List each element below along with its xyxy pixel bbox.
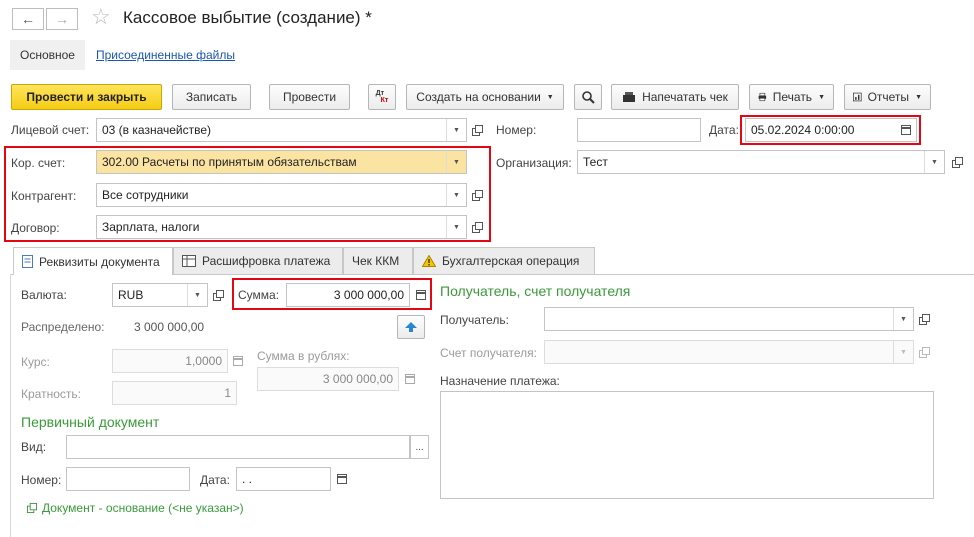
rub-amount-field[interactable]: 3 000 000,00 (257, 367, 399, 391)
calculator-icon[interactable] (228, 349, 248, 373)
tab-payment-breakdown[interactable]: Расшифровка платежа (173, 247, 343, 274)
recipient-section-title: Получатель, счет получателя (440, 283, 631, 299)
recipient-label: Получатель: (440, 313, 509, 327)
organization-field[interactable]: Тест ▼ (577, 150, 945, 174)
back-button[interactable]: ← (12, 8, 44, 30)
number-label: Номер: (496, 123, 537, 137)
primary-date-field[interactable]: . . (236, 467, 331, 491)
tab-attached-files[interactable]: Присоединенные файлы (86, 40, 245, 70)
chevron-down-icon: ▼ (546, 93, 554, 101)
chevron-down-icon[interactable]: ▼ (893, 308, 913, 330)
dt-kt-icon: Дт Кт (375, 90, 389, 104)
currency-field[interactable]: RUB ▼ (112, 283, 208, 307)
printer-icon (758, 92, 767, 102)
open-icon[interactable] (208, 283, 228, 307)
open-icon[interactable] (914, 307, 934, 331)
create-based-on-button[interactable]: Создать на основании ▼ (406, 84, 564, 110)
purpose-textarea[interactable] (440, 391, 934, 499)
chevron-down-icon: ▼ (915, 93, 922, 101)
currency-label: Валюта: (21, 288, 67, 302)
print-button[interactable]: Печать ▼ (749, 84, 834, 110)
organization-label: Организация: (496, 156, 572, 170)
search-button[interactable] (574, 84, 602, 110)
save-button[interactable]: Записать (172, 84, 251, 110)
tab-accounting-operation[interactable]: Бухгалтерская операция (413, 247, 595, 274)
star-icon[interactable]: ☆ (91, 4, 111, 30)
primary-number-label: Номер: (21, 473, 62, 487)
account-label: Лицевой счет: (11, 123, 90, 137)
multiplicity-field[interactable]: 1 (112, 381, 237, 405)
account-field[interactable]: 03 (в казначействе) ▼ (96, 118, 467, 142)
base-document-link[interactable]: Документ - основание (<не указан>) (27, 501, 244, 515)
tab-kkm-receipt[interactable]: Чек ККМ (343, 247, 413, 274)
tab-main[interactable]: Основное (10, 40, 85, 70)
multiplicity-label: Кратность: (21, 387, 81, 401)
counterparty-highlight (4, 146, 491, 242)
chevron-down-icon[interactable]: ▼ (187, 284, 207, 306)
calculator-icon[interactable] (400, 367, 420, 391)
post-button[interactable]: Провести (269, 84, 350, 110)
purpose-label: Назначение платежа: (440, 374, 560, 388)
rate-label: Курс: (21, 355, 50, 369)
report-icon (853, 92, 862, 102)
kind-label: Вид: (21, 440, 47, 454)
document-icon (22, 255, 33, 268)
calendar-icon[interactable] (332, 467, 352, 491)
date-label: Дата: (709, 123, 739, 137)
dt-kt-button[interactable]: Дт Кт (368, 84, 396, 110)
recipient-account-field[interactable]: ▼ (544, 340, 914, 364)
print-check-button[interactable]: Напечатать чек (611, 84, 739, 110)
date-highlight (740, 115, 921, 145)
open-icon[interactable] (914, 340, 934, 364)
chevron-down-icon[interactable]: ▼ (924, 151, 944, 173)
panel-border (10, 274, 11, 537)
arrow-left-icon: ← (21, 11, 35, 27)
number-field[interactable] (577, 118, 701, 142)
arrow-up-icon (405, 322, 417, 332)
primary-number-field[interactable] (66, 467, 190, 491)
tab-document-details[interactable]: Реквизиты документа (13, 247, 173, 275)
page-title: Кассовое выбытие (создание) * (123, 8, 372, 27)
arrow-right-icon: → (55, 11, 69, 27)
rate-field[interactable]: 1,0000 (112, 349, 228, 373)
primary-date-label: Дата: (200, 473, 230, 487)
distributed-value: 3 000 000,00 (134, 320, 205, 334)
primary-doc-title: Первичный документ (21, 414, 160, 430)
link-icon (27, 503, 37, 513)
chevron-down-icon: ▼ (818, 93, 825, 101)
select-button[interactable]: ... (410, 435, 429, 459)
recipient-account-label: Счет получателя: (440, 346, 537, 360)
reports-button[interactable]: Отчеты ▼ (844, 84, 931, 110)
rub-amount-label: Сумма в рублях: (257, 349, 350, 363)
table-icon (182, 255, 196, 267)
amount-highlight (232, 278, 432, 310)
magnifier-icon (582, 91, 595, 104)
warning-icon (422, 255, 436, 267)
distribute-button[interactable] (397, 315, 425, 339)
recipient-field[interactable]: ▼ (544, 307, 914, 331)
forward-button[interactable]: → (46, 8, 78, 30)
cash-register-icon (623, 92, 636, 102)
post-and-close-button[interactable]: Провести и закрыть (11, 84, 162, 110)
chevron-down-icon[interactable]: ▼ (446, 119, 466, 141)
chevron-down-icon[interactable]: ▼ (893, 341, 913, 363)
kind-field[interactable] (66, 435, 410, 459)
distributed-label: Распределено: (21, 320, 105, 334)
open-icon[interactable] (947, 150, 967, 174)
open-icon[interactable] (467, 118, 487, 142)
